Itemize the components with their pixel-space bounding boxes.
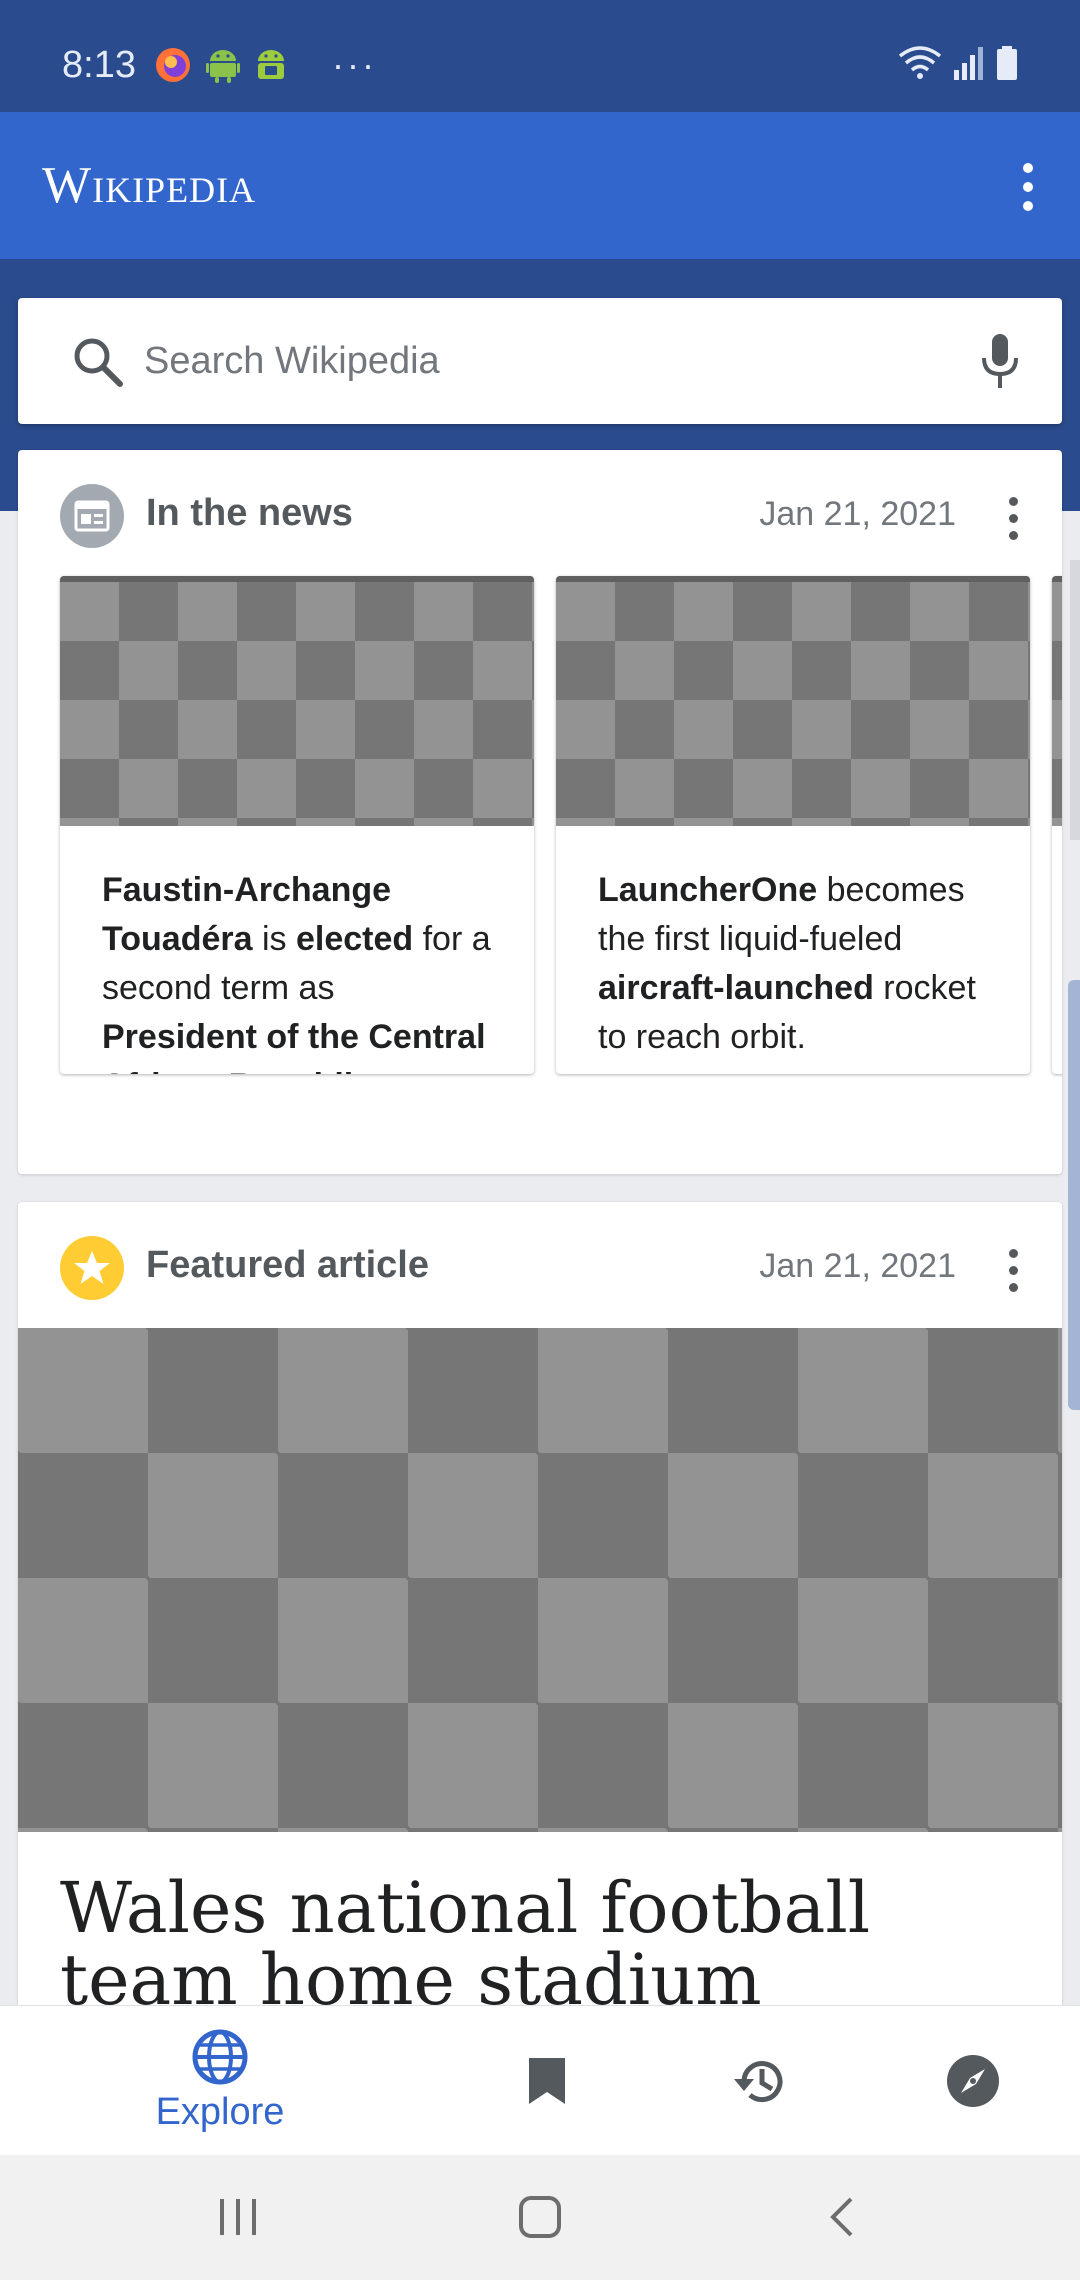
bottom-navigation: Explore xyxy=(0,2005,1080,2155)
star-icon xyxy=(60,1236,124,1300)
card-date: Jan 21, 2021 xyxy=(759,1247,956,1285)
card-title: In the news xyxy=(146,492,353,534)
search-bar[interactable]: Search Wikipedia xyxy=(18,298,1062,424)
system-status-icons xyxy=(898,46,1018,80)
scrollbar-thumb[interactable] xyxy=(1068,980,1080,1410)
search-input[interactable]: Search Wikipedia xyxy=(144,340,440,383)
card-overflow-menu-icon[interactable] xyxy=(998,1240,1028,1300)
news-plain-text: is xyxy=(252,920,296,958)
news-link-text[interactable]: LauncherOne xyxy=(598,871,817,909)
home-icon[interactable] xyxy=(500,2187,580,2247)
nav-saved[interactable] xyxy=(487,2006,607,2156)
bookmark-icon xyxy=(529,2058,565,2104)
back-icon[interactable] xyxy=(802,2187,882,2247)
signal-icon xyxy=(954,47,983,80)
news-text: Faustin-Archange Touadéra is elected for… xyxy=(60,826,534,1074)
firefox-icon xyxy=(156,48,190,82)
mic-icon[interactable] xyxy=(974,332,1026,390)
more-notifications-icon: ··· xyxy=(332,44,377,85)
more-vert-icon[interactable] xyxy=(998,152,1058,222)
android-debug-icon xyxy=(258,50,284,79)
compass-icon xyxy=(947,2055,999,2107)
android-icon xyxy=(206,50,240,83)
status-time: 8:13 xyxy=(62,44,136,86)
card-title: Featured article xyxy=(146,1244,429,1286)
search-icon xyxy=(74,338,123,387)
wifi-icon xyxy=(898,46,942,79)
nav-suggested-edits[interactable] xyxy=(913,2006,1033,2156)
news-item-peek[interactable] xyxy=(1052,576,1062,1074)
news-link-text[interactable]: aircraft-launched xyxy=(598,969,874,1007)
nav-history[interactable] xyxy=(700,2006,820,2156)
news-link-text[interactable]: President of the Central African Republi… xyxy=(102,1018,486,1074)
globe-icon xyxy=(192,2029,248,2084)
news-thumbnail xyxy=(1052,576,1062,826)
nav-explore[interactable]: Explore xyxy=(120,2006,320,2156)
in-the-news-card: In the news Jan 21, 2021 Faustin-Archang… xyxy=(18,450,1062,1174)
history-icon xyxy=(734,2061,783,2103)
app-bar: Wikipedia xyxy=(0,112,1080,259)
newspaper-icon xyxy=(60,484,124,548)
news-link-text[interactable]: elected xyxy=(296,920,413,958)
news-item[interactable]: Faustin-Archange Touadéra is elected for… xyxy=(60,576,534,1074)
featured-article-title: Wales national football team home stadiu… xyxy=(60,1867,871,2021)
featured-article-image xyxy=(18,1328,1062,1832)
news-plain-text: . xyxy=(372,1067,381,1074)
notification-icons: ··· xyxy=(154,46,377,84)
recents-icon[interactable] xyxy=(198,2187,278,2247)
battery-icon xyxy=(997,46,1017,80)
scrollbar-track xyxy=(1070,560,1080,840)
featured-article-card[interactable]: Featured article Jan 21, 2021 Wales nati… xyxy=(18,1202,1062,2022)
status-bar: 8:13 ··· xyxy=(0,0,1080,112)
news-item[interactable]: LauncherOne becomes the first liquid-fue… xyxy=(556,576,1030,1074)
news-thumbnail xyxy=(60,576,534,826)
news-text: LauncherOne becomes the first liquid-fue… xyxy=(556,826,1030,1062)
card-date: Jan 21, 2021 xyxy=(759,495,956,533)
news-thumbnail xyxy=(556,576,1030,826)
wikipedia-wordmark: Wikipedia xyxy=(42,157,257,214)
card-overflow-menu-icon[interactable] xyxy=(998,488,1028,548)
system-navigation-bar xyxy=(0,2155,1080,2280)
nav-explore-label: Explore xyxy=(155,2090,285,2133)
